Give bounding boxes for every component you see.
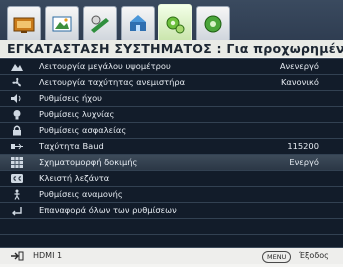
current-input-source: HDMI 1: [33, 251, 63, 260]
menu-item-label: Λειτουργία ταχύτητας ανεμιστήρα: [39, 77, 186, 87]
menu-key-badge[interactable]: MENU: [262, 251, 292, 263]
tab-picture[interactable]: [45, 6, 79, 42]
menu-item-value: Ανενεργό: [279, 61, 319, 71]
menu-item-label: Ρυθμίσεις αναμονής: [39, 189, 123, 199]
speaker-icon: [11, 93, 23, 104]
menu-item-label: Κλειστή λεζάντα: [39, 173, 110, 183]
menu-item-audio-settings[interactable]: Ρυθμίσεις ήχου: [0, 91, 343, 107]
lock-icon: [11, 125, 23, 136]
system-setup-icon: [166, 16, 185, 34]
menu-item-label: Επαναφορά όλων των ρυθμίσεων: [39, 205, 177, 215]
menu-item-label: Ρυθμίσεις ήχου: [39, 93, 102, 103]
menu-item-label: Ρυθμίσεις ασφαλείας: [39, 125, 127, 135]
settings-menu-list: Λειτουργία μεγάλου υψομέτρου Ανενεργό Λε…: [0, 58, 343, 248]
tab-settings[interactable]: [83, 6, 117, 42]
menu-item-high-altitude-mode[interactable]: Λειτουργία μεγάλου υψομέτρου Ανενεργό: [0, 59, 343, 75]
high-altitude-icon: [11, 61, 23, 72]
menu-item-closed-caption[interactable]: Κλειστή λεζάντα: [0, 171, 343, 187]
tab-install[interactable]: [121, 6, 155, 42]
install-icon: [130, 15, 146, 31]
input-source-icon: [10, 251, 24, 267]
menu-item-value: Κανονικό: [280, 77, 319, 87]
baud-rate-icon: [11, 141, 23, 152]
menu-item-value: 115200: [287, 141, 319, 151]
tab-info[interactable]: [196, 6, 230, 42]
tab-display[interactable]: [7, 6, 41, 42]
image-picture-icon: [52, 16, 72, 32]
page-title: ΕΓΚΑΤΑΣΤΑΣΗ ΣΥΣΤΗΜΑΤΟΣ : Για προχωρημένο…: [0, 40, 343, 57]
menu-item-test-pattern[interactable]: Σχηματομορφή δοκιμής Ενεργό: [0, 155, 343, 171]
menu-item-security-settings[interactable]: Ρυθμίσεις ασφαλείας: [0, 123, 343, 139]
menu-item-label: Σχηματομορφή δοκιμής: [39, 157, 138, 167]
menu-item-label: Ταχύτητα Baud: [39, 141, 104, 151]
fan-icon: [11, 77, 23, 88]
status-bar: HDMI 1 MENU Έξοδος: [0, 248, 343, 264]
menu-item-baud-rate[interactable]: Ταχύτητα Baud 115200: [0, 139, 343, 155]
display-icon: [13, 17, 35, 33]
menu-item-empty: [0, 219, 343, 235]
info-icon: [204, 15, 222, 33]
standby-icon: [11, 189, 23, 200]
reset-icon: [11, 205, 23, 216]
lamp-icon: [11, 109, 23, 120]
tab-system-setup-advanced[interactable]: [158, 4, 192, 44]
menu-item-standby-settings[interactable]: Ρυθμίσεις αναμονής: [0, 187, 343, 203]
menu-item-value: Ενεργό: [289, 157, 319, 167]
menu-item-label: Ρυθμίσεις λυχνίας: [39, 109, 115, 119]
exit-label: Έξοδος: [299, 251, 329, 260]
menu-item-lamp-settings[interactable]: Ρυθμίσεις λυχνίας: [0, 107, 343, 123]
menu-item-label: Λειτουργία μεγάλου υψομέτρου: [39, 61, 171, 71]
menu-item-reset-all-settings[interactable]: Επαναφορά όλων των ρυθμίσεων: [0, 203, 343, 219]
menu-item-fan-speed-mode[interactable]: Λειτουργία ταχύτητας ανεμιστήρα Κανονικό: [0, 75, 343, 91]
settings-icon: [91, 15, 109, 33]
test-pattern-icon: [11, 157, 23, 168]
closed-caption-icon: [11, 173, 23, 184]
